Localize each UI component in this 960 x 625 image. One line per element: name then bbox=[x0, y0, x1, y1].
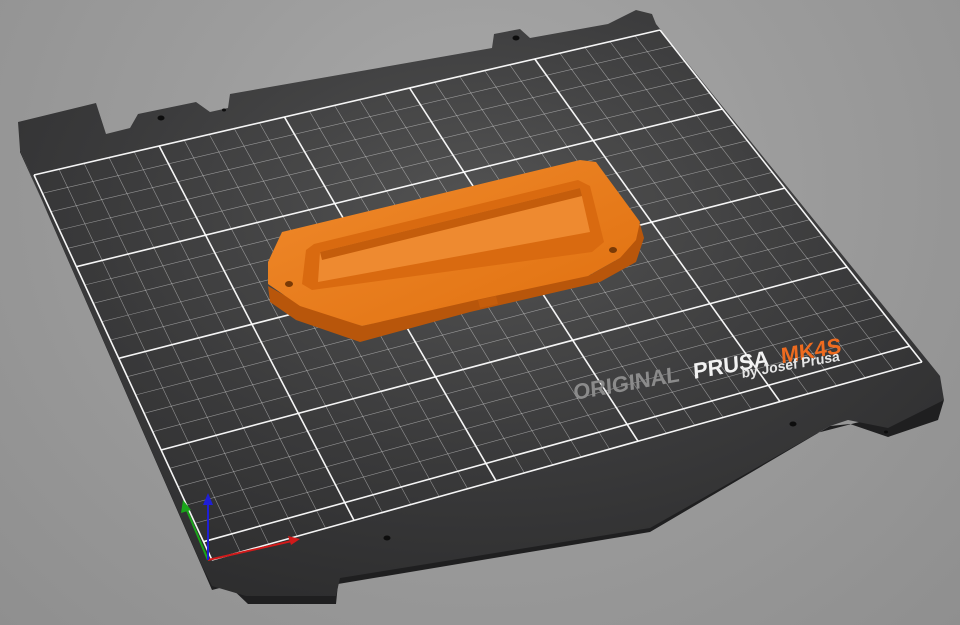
model-hole-right bbox=[609, 247, 617, 253]
model-hole-left bbox=[285, 281, 293, 287]
3d-viewport[interactable]: ORIGINAL PRUSA MK4S by Josef Prusa bbox=[0, 0, 960, 625]
